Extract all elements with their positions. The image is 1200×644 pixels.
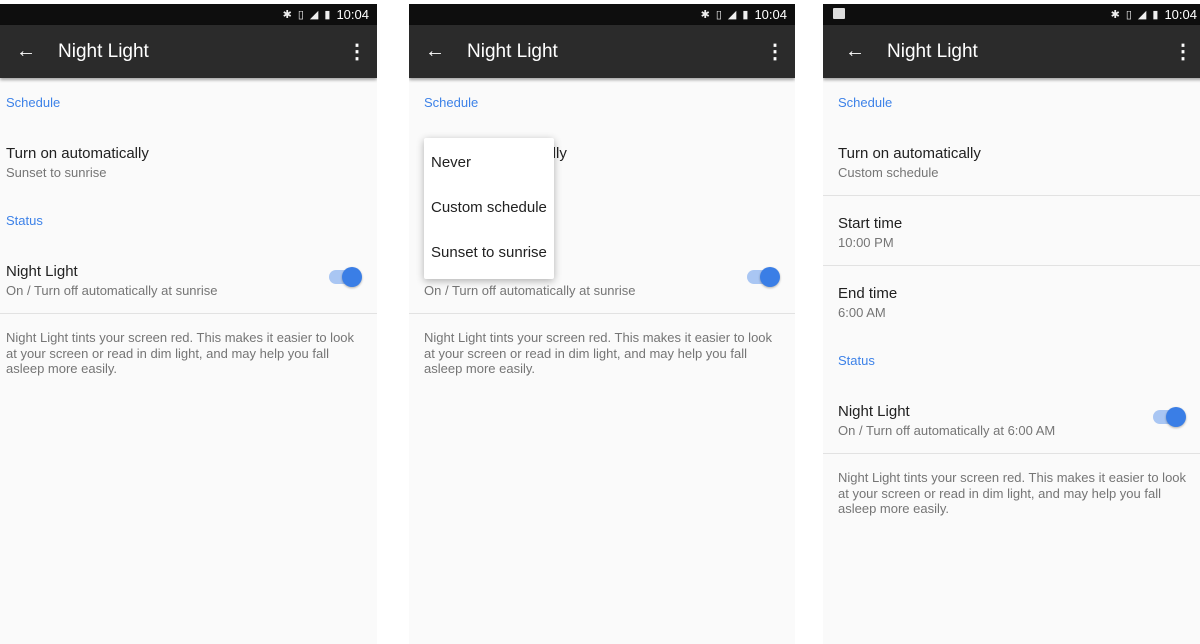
toolbar: ← Night Light ⋮ bbox=[0, 25, 377, 78]
more-options-icon[interactable]: ⋮ bbox=[755, 39, 795, 64]
row-title: Turn on automatically bbox=[6, 145, 149, 162]
schedule-dropdown-menu: Never Custom schedule Sunset to sunrise bbox=[424, 138, 554, 279]
section-header-status: Status bbox=[838, 353, 875, 368]
night-light-row[interactable]: Night Light On / Turn off automatically … bbox=[823, 384, 1200, 454]
image-notification-icon bbox=[833, 8, 845, 19]
row-subtitle: On / Turn off automatically at sunrise bbox=[424, 283, 636, 298]
status-time: 10:04 bbox=[754, 7, 787, 22]
back-arrow-icon[interactable]: ← bbox=[829, 40, 879, 63]
section-header-schedule: Schedule bbox=[6, 95, 61, 110]
screen-custom-schedule: ✱ ▯ ◢ ▮ 10:04 ← Night Light ⋮ Schedule Turn… bbox=[823, 4, 1200, 644]
status-time: 10:04 bbox=[1164, 7, 1197, 22]
section-header-schedule: Schedule bbox=[838, 95, 893, 110]
screen-sunset-schedule: ✱ ▯ ◢ ▮ 10:04 ← Night Light ⋮ Schedule Turn… bbox=[0, 4, 377, 644]
menu-item-sunset-to-sunrise[interactable]: Sunset to sunrise bbox=[424, 231, 554, 276]
row-title: Start time bbox=[838, 215, 903, 232]
battery-icon: ▮ bbox=[742, 9, 749, 21]
row-value: Sunset to sunrise bbox=[6, 165, 107, 180]
status-bar: ✱ ▯ ◢ ▮ 10:04 bbox=[0, 4, 377, 25]
bluetooth-icon: ✱ bbox=[700, 9, 710, 21]
lte-signal-icon: ◢ bbox=[309, 9, 319, 21]
screen-schedule-menu: ✱▯◢▮ 10:04 ← Night Light ⋮ Schedule Turn… bbox=[409, 4, 795, 644]
toolbar: ← Night Light ⋮ bbox=[823, 25, 1200, 78]
description: Night Light tints your screen red. This … bbox=[424, 330, 773, 376]
status-time: 10:04 bbox=[336, 7, 369, 22]
row-value: 6:00 AM bbox=[838, 305, 886, 320]
row-title: Turn on automatically bbox=[838, 145, 981, 162]
back-arrow-icon[interactable]: ← bbox=[409, 40, 459, 63]
section-header-schedule: Schedule bbox=[424, 95, 479, 110]
night-light-toggle[interactable] bbox=[329, 267, 362, 287]
row-value: Custom schedule bbox=[838, 165, 939, 180]
menu-item-never[interactable]: Never bbox=[424, 141, 554, 186]
bluetooth-icon: ✱ bbox=[1110, 9, 1120, 21]
battery-icon: ▮ bbox=[324, 9, 331, 21]
description: Night Light tints your screen red. This … bbox=[6, 330, 355, 376]
turn-on-automatically-row[interactable]: Turn on automatically Custom schedule bbox=[823, 126, 1200, 196]
turn-on-automatically-row[interactable]: Turn on automatically Sunset to sunrise bbox=[0, 126, 377, 196]
back-arrow-icon[interactable]: ← bbox=[0, 40, 50, 63]
lte-signal-icon: ◢ bbox=[727, 9, 737, 21]
section-header-status: Status bbox=[6, 213, 43, 228]
row-subtitle: On / Turn off automatically at 6:00 AM bbox=[838, 423, 1056, 438]
row-title: End time bbox=[838, 285, 898, 302]
row-value: 10:00 PM bbox=[838, 235, 894, 250]
page-title: Night Light bbox=[58, 40, 149, 62]
vibrate-icon: ▯ bbox=[715, 9, 722, 21]
night-light-row[interactable]: Night Light On / Turn off automatically … bbox=[0, 244, 377, 314]
bluetooth-icon: ✱ bbox=[282, 9, 292, 21]
vibrate-icon: ▯ bbox=[1125, 9, 1132, 21]
status-bar: ✱ ▯ ◢ ▮ 10:04 bbox=[409, 4, 795, 25]
toolbar: ← Night Light ⋮ bbox=[409, 25, 795, 78]
row-title: Night Light bbox=[6, 263, 78, 280]
end-time-row[interactable]: End time 6:00 AM bbox=[823, 266, 1200, 336]
row-subtitle: On / Turn off automatically at sunrise bbox=[6, 283, 218, 298]
menu-item-custom-schedule[interactable]: Custom schedule bbox=[424, 186, 554, 231]
lte-signal-icon: ◢ bbox=[1137, 9, 1147, 21]
more-options-icon[interactable]: ⋮ bbox=[337, 39, 377, 64]
night-light-toggle[interactable] bbox=[1153, 407, 1186, 427]
start-time-row[interactable]: Start time 10:00 PM bbox=[823, 196, 1200, 266]
page-title: Night Light bbox=[887, 40, 978, 62]
row-title: Night Light bbox=[838, 403, 910, 420]
battery-icon: ▮ bbox=[1152, 9, 1159, 21]
status-bar: ✱ ▯ ◢ ▮ 10:04 bbox=[823, 4, 1200, 25]
description: Night Light tints your screen red. This … bbox=[838, 470, 1187, 516]
night-light-toggle[interactable] bbox=[747, 267, 780, 287]
more-options-icon[interactable]: ⋮ bbox=[1163, 39, 1200, 64]
vibrate-icon: ▯ bbox=[297, 9, 304, 21]
page-title: Night Light bbox=[467, 40, 558, 62]
